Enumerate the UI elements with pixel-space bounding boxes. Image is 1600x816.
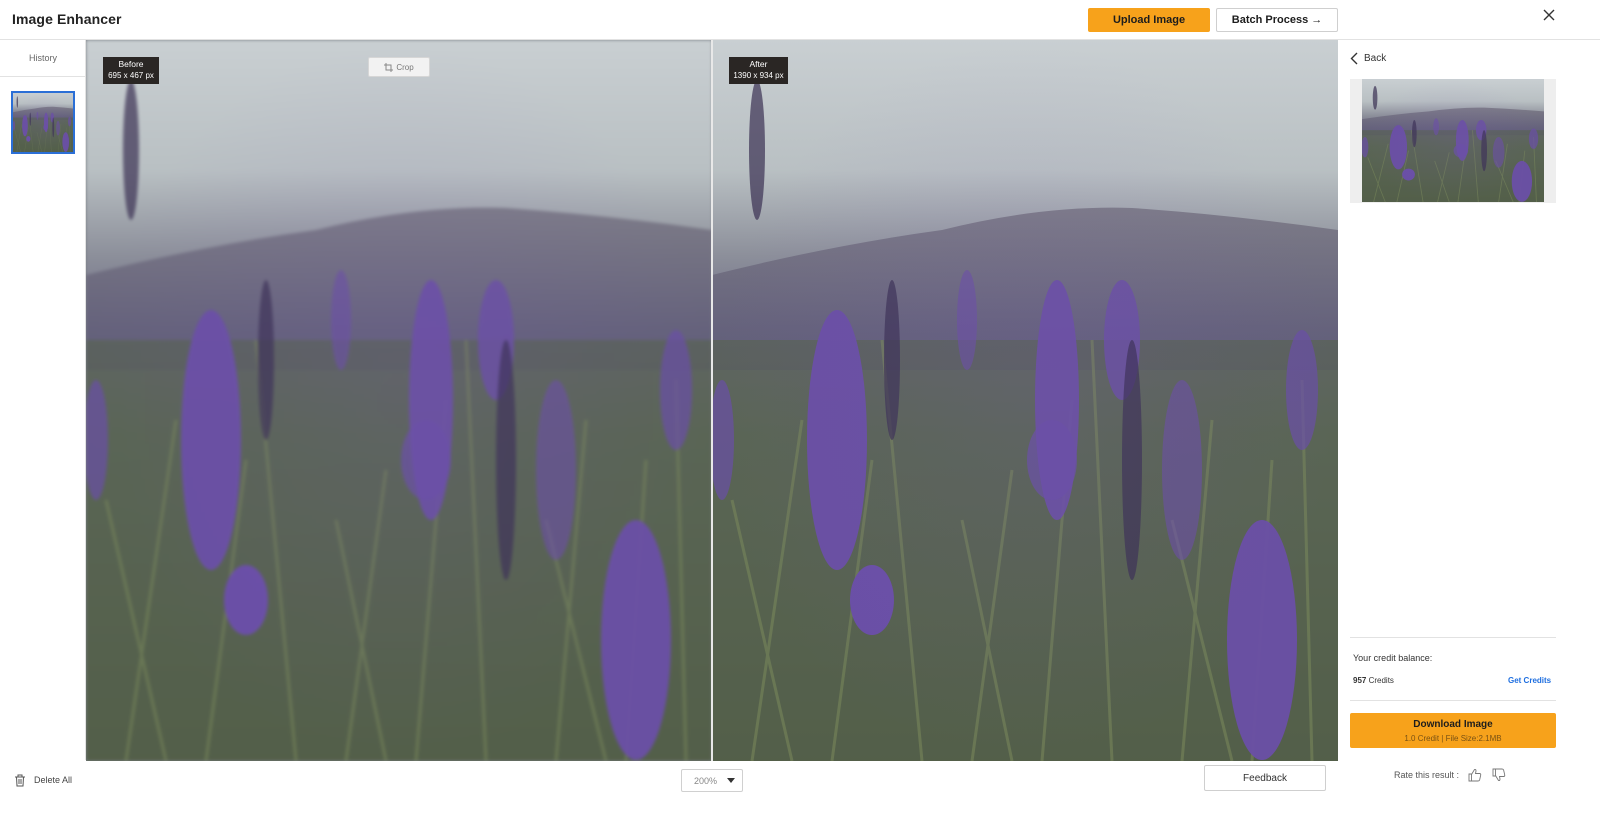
crop-icon (384, 62, 394, 72)
credit-balance-value: 957 Credits (1353, 676, 1394, 685)
history-tab[interactable]: History (0, 40, 86, 77)
download-info: 1.0 Credit | File Size:2.1MB (1404, 733, 1502, 743)
rate-result: Rate this result : (1394, 767, 1507, 783)
credit-balance-label: Your credit balance: (1353, 653, 1433, 663)
before-label: Before (118, 59, 144, 69)
chevron-left-icon (1350, 52, 1358, 65)
zoom-select[interactable]: 200% (681, 769, 743, 792)
upload-image-button[interactable]: Upload Image (1088, 8, 1210, 32)
after-label: After (749, 59, 768, 69)
app-title: Image Enhancer (12, 11, 122, 27)
after-image (712, 40, 1338, 761)
before-image (86, 40, 712, 761)
crop-label: Crop (396, 62, 414, 72)
thumbs-down-icon[interactable] (1491, 767, 1507, 783)
download-image-button[interactable]: Download Image 1.0 Credit | File Size:2.… (1350, 713, 1556, 748)
download-label: Download Image (1413, 718, 1493, 730)
history-thumbnail[interactable] (11, 91, 75, 154)
thumbs-up-icon[interactable] (1467, 767, 1483, 783)
back-label: Back (1364, 53, 1387, 64)
delete-all-button[interactable]: Delete All (14, 772, 72, 788)
credit-unit: Credits (1368, 676, 1394, 685)
delete-all-label: Delete All (34, 775, 73, 785)
image-comparison: Before 695 x 467 px Crop After 1390 x 93… (86, 40, 1338, 761)
back-link[interactable]: Back (1350, 52, 1386, 65)
result-preview-image (1362, 79, 1544, 202)
batch-process-button[interactable]: Batch Process → (1216, 8, 1338, 32)
right-panel: Back Your credit balance: 957 Credits Ge… (1338, 40, 1600, 816)
comparison-slider-handle[interactable] (711, 40, 713, 761)
after-tag: After 1390 x 934 px (729, 57, 788, 84)
close-icon[interactable] (1540, 6, 1558, 24)
after-size: 1390 x 934 px (733, 71, 784, 80)
after-pane: After 1390 x 934 px (712, 40, 1338, 761)
before-size: 695 x 467 px (108, 71, 154, 80)
zoom-value: 200% (694, 775, 718, 786)
result-preview (1350, 79, 1556, 203)
trash-icon (15, 774, 25, 786)
history-sidebar: History (0, 40, 86, 760)
rate-label: Rate this result : (1394, 770, 1460, 780)
credit-count: 957 (1353, 676, 1367, 685)
divider (1350, 700, 1556, 701)
history-thumbnail-image (13, 93, 73, 152)
before-pane: Before 695 x 467 px Crop (86, 40, 712, 761)
before-tag: Before 695 x 467 px (103, 57, 159, 84)
app-header: Image Enhancer Upload Image Batch Proces… (0, 0, 1600, 40)
crop-button[interactable]: Crop (368, 57, 430, 77)
arrow-right-icon: → (1311, 14, 1323, 26)
get-credits-link[interactable]: Get Credits (1508, 676, 1551, 685)
divider (1350, 637, 1556, 638)
chevron-down-icon (727, 778, 735, 783)
batch-process-label: Batch Process (1231, 14, 1309, 26)
feedback-button[interactable]: Feedback (1204, 765, 1326, 791)
